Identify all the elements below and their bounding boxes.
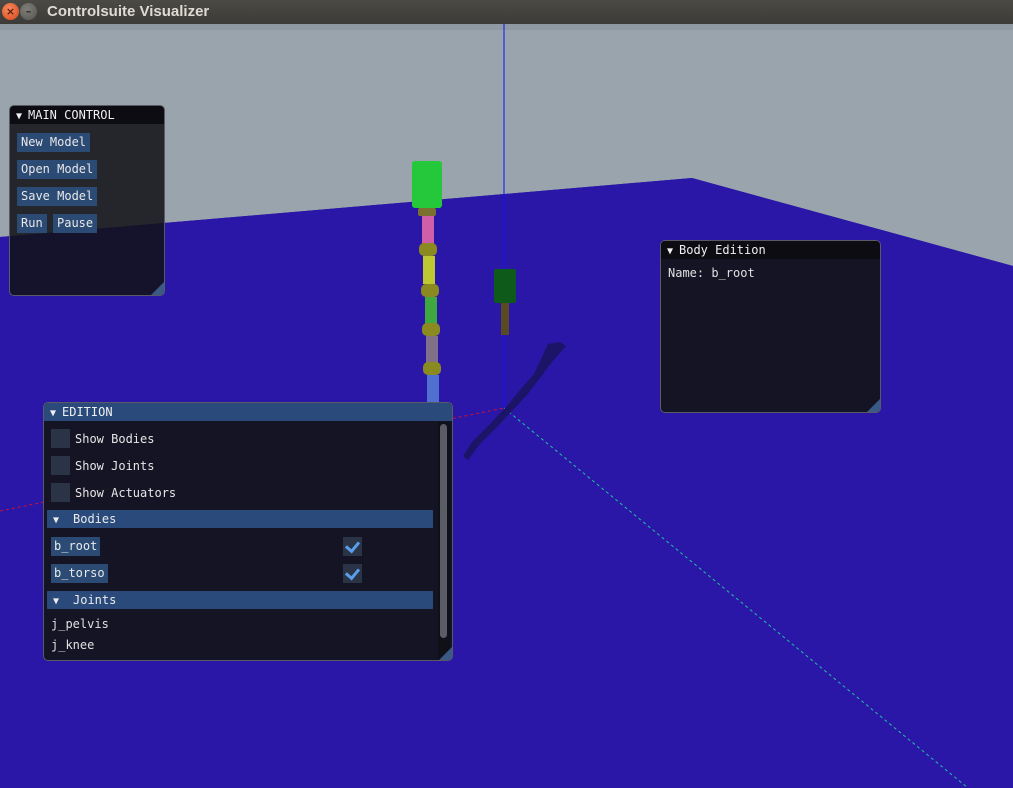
show-bodies-toggle[interactable]: Show Bodies bbox=[51, 429, 154, 448]
body-edition-title: Body Edition bbox=[679, 243, 766, 257]
model-joint-2 bbox=[419, 243, 437, 256]
show-bodies-checkbox[interactable] bbox=[51, 429, 70, 448]
title-bar: × – Controlsuite Visualizer bbox=[0, 0, 1013, 24]
window-title: Controlsuite Visualizer bbox=[47, 3, 210, 20]
collapse-arrow-icon[interactable]: ▼ bbox=[667, 243, 679, 261]
edition-header[interactable]: ▼ EDITION bbox=[44, 403, 452, 421]
main-control-window[interactable]: ▼ MAIN CONTROL New Model Open Model Save … bbox=[9, 105, 165, 296]
model-segment-yellow bbox=[423, 256, 435, 284]
model-joint-1 bbox=[418, 208, 436, 216]
model-segment-green bbox=[425, 297, 437, 324]
body-edition-header[interactable]: ▼ Body Edition bbox=[661, 241, 880, 259]
edition-scrollbar[interactable] bbox=[438, 422, 450, 660]
show-actuators-checkbox[interactable] bbox=[51, 483, 70, 502]
model-segment-pink bbox=[422, 216, 434, 244]
model-joint-4 bbox=[422, 323, 440, 336]
open-model-button[interactable]: Open Model bbox=[17, 160, 98, 179]
joint-item-j-knee[interactable]: j_knee bbox=[51, 638, 94, 652]
joint-item-j-pelvis[interactable]: j_pelvis bbox=[51, 617, 109, 631]
collapse-arrow-icon[interactable]: ▼ bbox=[16, 108, 28, 126]
collapse-arrow-icon[interactable]: ▼ bbox=[53, 593, 73, 611]
joints-section-title: Joints bbox=[73, 593, 117, 607]
body-item-b-root[interactable]: b_root bbox=[51, 537, 101, 556]
bodies-section-title: Bodies bbox=[73, 512, 117, 526]
main-control-header[interactable]: ▼ MAIN CONTROL bbox=[10, 106, 164, 124]
edition-scrollbar-thumb[interactable] bbox=[440, 424, 447, 638]
model-segment-blue bbox=[427, 375, 439, 403]
model-joint-3 bbox=[421, 284, 439, 297]
body-b-root-checkbox[interactable] bbox=[343, 537, 362, 556]
model-torso bbox=[412, 161, 442, 208]
sky-shade bbox=[0, 24, 1013, 30]
resize-grip-icon[interactable] bbox=[867, 399, 880, 412]
close-window-button[interactable]: × bbox=[2, 3, 19, 20]
small-body-top bbox=[494, 269, 516, 303]
collapse-arrow-icon[interactable]: ▼ bbox=[53, 512, 73, 530]
small-body-pole bbox=[501, 303, 509, 335]
body-edition-window[interactable]: ▼ Body Edition Name: b_root bbox=[660, 240, 881, 413]
new-model-button[interactable]: New Model bbox=[17, 133, 91, 152]
minimize-window-button[interactable]: – bbox=[20, 3, 37, 20]
show-actuators-toggle[interactable]: Show Actuators bbox=[51, 483, 176, 502]
collapse-arrow-icon[interactable]: ▼ bbox=[50, 405, 62, 423]
body-b-torso-checkbox[interactable] bbox=[343, 564, 362, 583]
edition-window[interactable]: ▼ EDITION Show Bodies Show Joints Show Ac… bbox=[43, 402, 453, 661]
edition-title: EDITION bbox=[62, 405, 113, 419]
show-joints-label: Show Joints bbox=[75, 458, 155, 473]
joints-section-header[interactable]: ▼ Joints bbox=[47, 591, 433, 609]
show-joints-toggle[interactable]: Show Joints bbox=[51, 456, 154, 475]
resize-grip-icon[interactable] bbox=[439, 647, 452, 660]
save-model-button[interactable]: Save Model bbox=[17, 187, 98, 206]
show-actuators-label: Show Actuators bbox=[75, 485, 177, 500]
resize-grip-icon[interactable] bbox=[151, 282, 164, 295]
show-bodies-label: Show Bodies bbox=[75, 431, 155, 446]
body-name-label: Name: b_root bbox=[668, 266, 755, 280]
model-segment-gray bbox=[426, 336, 438, 363]
run-button[interactable]: Run bbox=[17, 214, 47, 233]
model-joint-5 bbox=[423, 362, 441, 375]
show-joints-checkbox[interactable] bbox=[51, 456, 70, 475]
pause-button[interactable]: Pause bbox=[53, 214, 98, 233]
main-control-title: MAIN CONTROL bbox=[28, 108, 115, 122]
body-item-b-torso[interactable]: b_torso bbox=[51, 564, 108, 583]
bodies-section-header[interactable]: ▼ Bodies bbox=[47, 510, 433, 528]
